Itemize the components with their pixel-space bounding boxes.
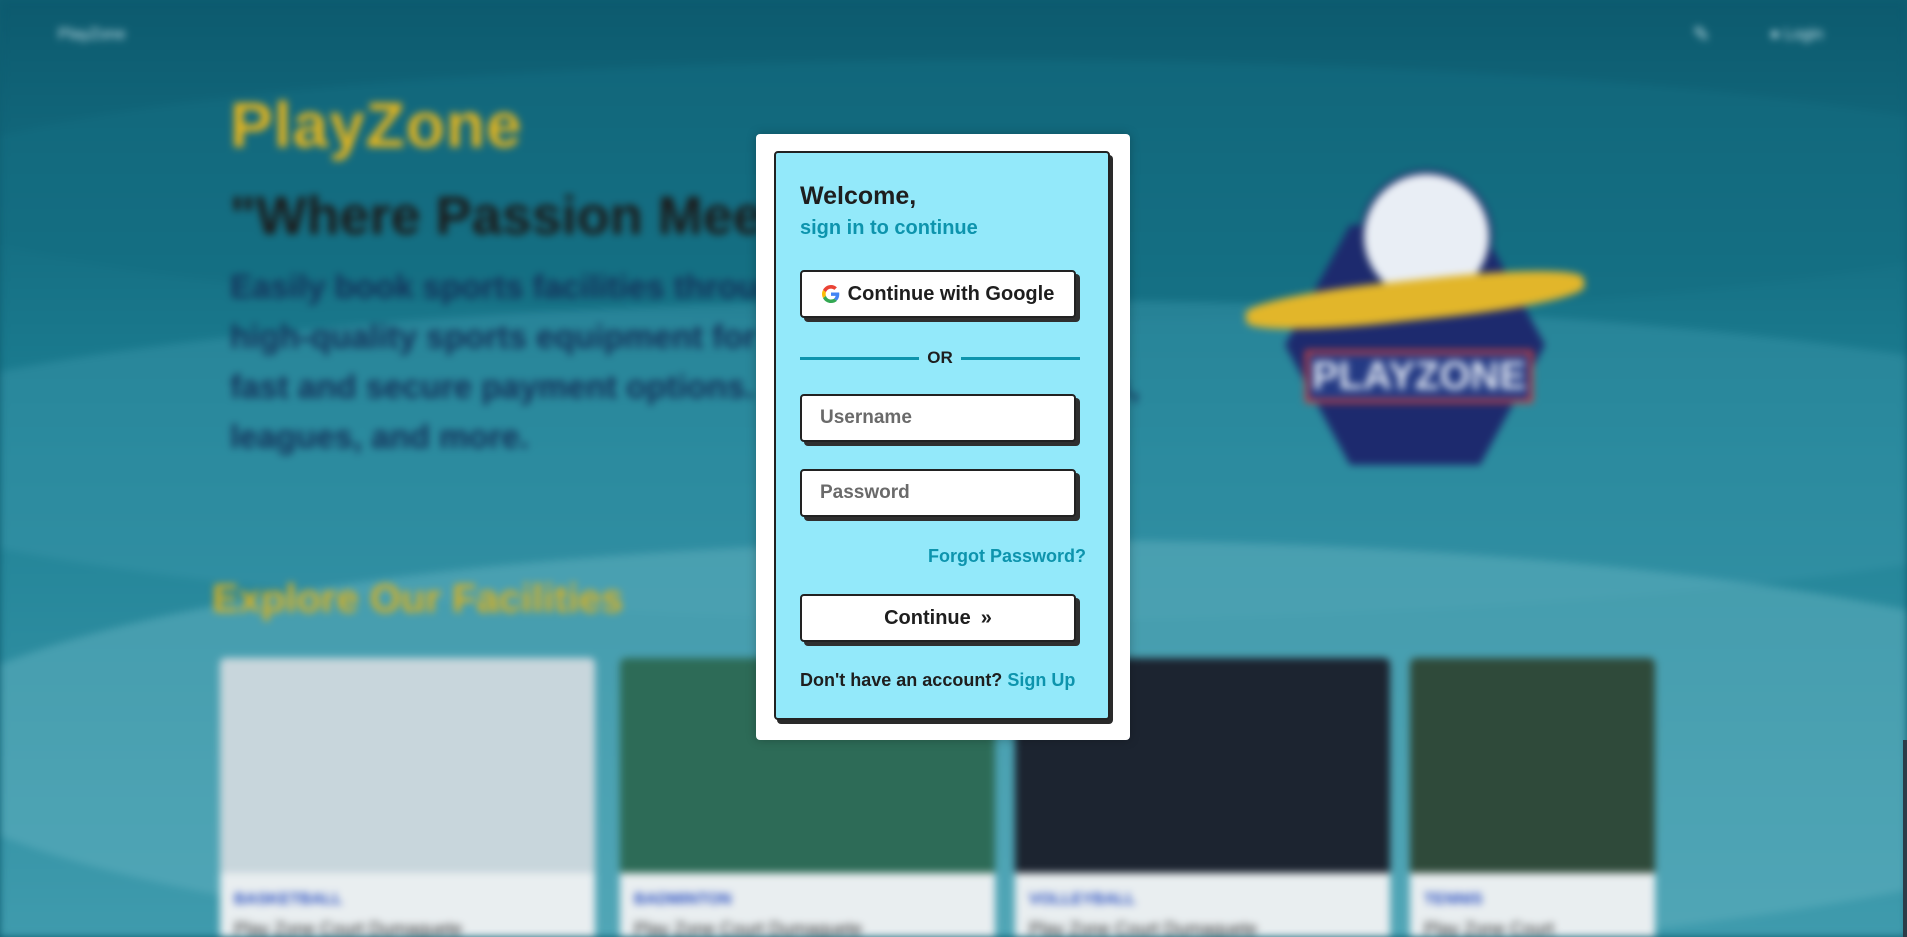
signup-link[interactable]: Sign Up	[1007, 670, 1075, 690]
or-text: OR	[927, 348, 953, 367]
google-button-label: Continue with Google	[847, 282, 1055, 305]
facility-name: Play Zone Court Dumaguete	[1029, 919, 1258, 937]
playzone-logo: PLAYZONE	[1243, 170, 1587, 485]
facility-category: BADMINTON	[634, 891, 732, 908]
logo-text: PLAYZONE	[1305, 350, 1533, 403]
login-form: Welcome, sign in to continue Continue wi…	[774, 151, 1110, 720]
forgot-password-link[interactable]: Forgot Password?	[928, 546, 1086, 567]
signup-prompt: Don't have an account? Sign Up	[800, 670, 1075, 691]
facility-card: BASKETBALL Play Zone Court Dumaguete	[220, 658, 595, 937]
user-icon: ●	[1770, 26, 1785, 43]
username-input[interactable]	[800, 394, 1076, 442]
welcome-heading: Welcome,	[800, 182, 917, 210]
section-title: Explore Our Facilities	[212, 577, 624, 621]
facility-name: Play Zone Court Dumaguete	[234, 919, 463, 937]
google-g-icon	[821, 285, 839, 303]
divider-line	[960, 356, 1080, 360]
facility-category: TENNIS	[1424, 891, 1483, 908]
facility-category: VOLLEYBALL	[1029, 891, 1136, 908]
nav-login-label: Login	[1784, 26, 1824, 43]
edit-icon: ✎	[1693, 24, 1710, 46]
page-scrollbar[interactable]	[1903, 740, 1907, 937]
google-signin-button[interactable]: Continue with Google	[800, 270, 1076, 318]
continue-button[interactable]: Continue »	[800, 594, 1076, 642]
facility-name: Play Zone Court Dumaguete	[1424, 919, 1555, 937]
double-chevron-right-icon: »	[980, 606, 992, 629]
facility-category: BASKETBALL	[234, 891, 343, 908]
login-modal: Welcome, sign in to continue Continue wi…	[756, 134, 1130, 740]
nav-login-link: ● Login	[1770, 26, 1823, 44]
or-divider: OR	[800, 346, 1080, 370]
hero-brand: PlayZone	[230, 89, 523, 161]
facility-name: Play Zone Court Dumaguete	[634, 919, 863, 937]
divider-line	[800, 356, 920, 360]
no-account-text: Don't have an account?	[800, 670, 1003, 690]
facility-image	[220, 658, 595, 873]
continue-button-label: Continue	[884, 606, 971, 629]
nav-brand: PlayZone	[58, 26, 126, 43]
facility-image	[1410, 658, 1655, 873]
password-input[interactable]	[800, 469, 1076, 517]
signin-subtitle: sign in to continue	[800, 217, 978, 239]
facility-card: TENNIS Play Zone Court Dumaguete	[1410, 658, 1655, 937]
